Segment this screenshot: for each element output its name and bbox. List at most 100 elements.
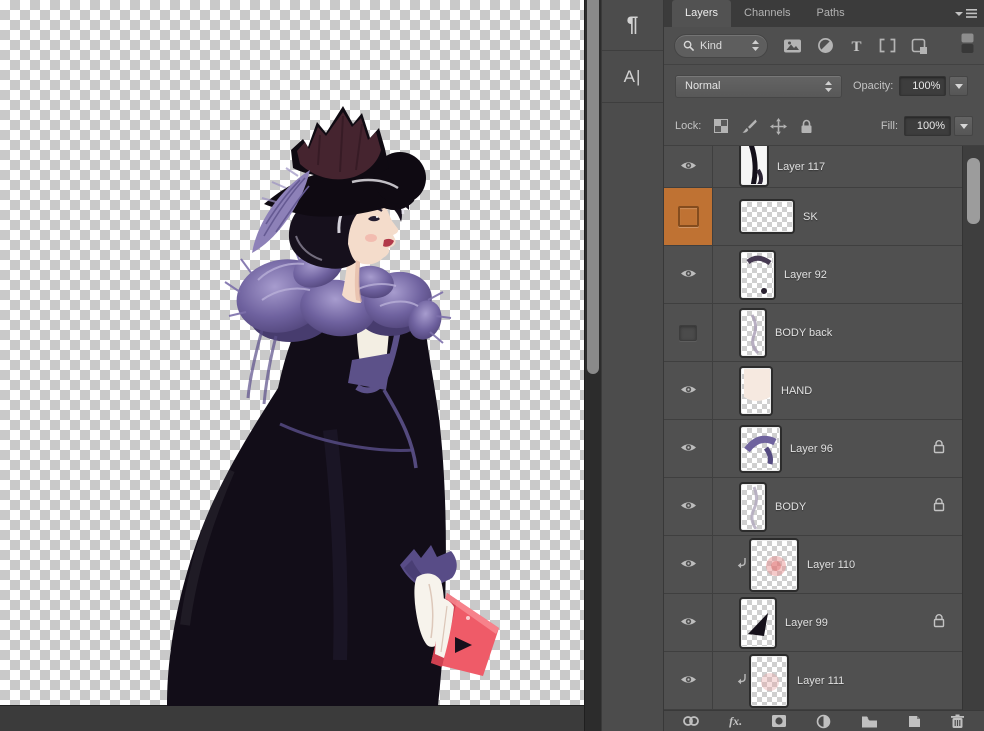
panel-menu-button[interactable] [955,9,977,18]
new-group-button[interactable] [861,715,878,728]
visibility-eye-icon[interactable] [680,672,697,690]
lock-image-pixels-button[interactable] [741,119,758,134]
layer-thumbnail[interactable] [741,201,793,232]
panel-dock: ¶ A| [601,0,663,731]
document-vertical-scrollbar[interactable] [584,0,601,731]
layer-name[interactable]: Layer 92 [784,269,827,281]
add-layer-mask-button[interactable] [771,714,787,728]
layer-row[interactable]: Layer 117 [664,146,962,188]
layer-thumbnail[interactable] [741,251,774,298]
layer-name[interactable]: Layer 117 [777,161,825,173]
layers-list-scrollbar-thumb[interactable] [967,158,980,224]
layer-lock-icon [933,613,945,632]
lock-all-button[interactable] [800,119,813,134]
layer-name[interactable]: SK [803,211,818,223]
layer-name[interactable]: BODY [775,501,806,513]
layer-name[interactable]: HAND [781,385,812,397]
updown-arrows-icon [825,80,832,92]
visibility-checkbox-empty[interactable] [677,206,699,227]
layer-styles-button[interactable]: fx. [729,714,742,729]
visibility-eye-icon[interactable] [680,266,697,284]
lock-transparency-button[interactable] [714,119,729,133]
lock-fill-row: Lock: Fill: 100% [664,107,984,146]
character-icon: A| [623,66,642,86]
fill-dropdown-button[interactable] [954,116,973,136]
filter-shape-layers-button[interactable] [879,38,896,53]
filter-adjustment-layers-button[interactable] [817,37,834,54]
visibility-eye-icon[interactable] [680,614,697,632]
layer-thumbnail[interactable] [741,367,771,414]
filter-type-layers-button[interactable]: T [849,38,864,54]
opacity-label: Opacity: [853,80,894,92]
layer-row[interactable]: SK [664,188,962,246]
layer-row[interactable]: Layer 99 [664,594,962,652]
search-icon [683,40,695,51]
tab-paths[interactable]: Paths [804,0,858,27]
blend-mode-dropdown[interactable]: Normal [675,74,842,98]
clipping-mask-arrow-icon [737,556,747,574]
blend-mode-value: Normal [685,80,721,92]
layers-panel-action-bar: fx. [664,710,984,731]
chevron-down-icon [959,123,968,129]
layer-name[interactable]: Layer 111 [797,675,844,687]
layer-thumbnail[interactable] [741,146,767,185]
layer-thumbnail[interactable] [751,655,787,706]
layer-row[interactable]: BODY [664,478,962,536]
new-adjustment-layer-button[interactable] [816,714,831,729]
layers-list-scrollbar[interactable] [962,146,984,710]
chevron-down-icon [954,83,963,89]
svg-text:T: T [851,39,861,54]
menu-lines-icon [966,9,977,18]
layer-row[interactable]: BODY back [664,304,962,362]
delete-layer-button[interactable] [950,714,964,729]
new-layer-button[interactable] [907,714,922,729]
link-layers-button[interactable] [682,714,700,728]
lock-position-button[interactable] [770,117,788,135]
layer-color-label-orange[interactable] [664,188,713,245]
lock-label: Lock: [675,120,702,132]
filter-smart-objects-button[interactable] [911,38,928,54]
chevron-down-icon [955,11,963,16]
character-panel-button[interactable]: A| [602,51,663,103]
layer-thumbnail[interactable] [741,598,775,647]
artwork-victorian-lady [167,106,499,706]
layer-name[interactable]: Layer 110 [807,559,855,571]
fill-value-field[interactable]: 100% [904,116,951,136]
updown-arrows-icon [752,40,759,51]
panel-tabbar: Layers Channels Paths [664,0,984,27]
blend-opacity-row: Normal Opacity: 100% [664,65,984,107]
layer-thumbnail[interactable] [751,539,797,590]
visibility-eye-icon[interactable] [680,158,697,176]
fill-label: Fill: [880,120,898,132]
layer-name[interactable]: BODY back [775,327,832,339]
layer-row[interactable]: Layer 96 [664,420,962,478]
document-scrollbar-thumb[interactable] [587,0,599,374]
opacity-value-field[interactable]: 100% [899,76,947,96]
filtering-toggle-switch[interactable] [961,33,974,59]
canvas-area[interactable] [0,0,584,731]
layers-panel: Layers Channels Paths Kind T Normal Opac… [663,0,984,731]
layer-name[interactable]: Layer 96 [790,443,833,455]
layer-row[interactable]: Layer 92 [664,246,962,304]
layer-row[interactable]: Layer 110 [664,536,962,594]
filter-pixel-layers-button[interactable] [783,38,802,54]
filter-kind-dropdown[interactable]: Kind [674,33,768,58]
visibility-eye-icon[interactable] [680,498,697,516]
layer-row[interactable]: Layer 111 [664,652,962,710]
visibility-eye-icon[interactable] [680,440,697,458]
tab-layers[interactable]: Layers [672,0,732,27]
tab-channels[interactable]: Channels [731,0,803,27]
layer-name[interactable]: Layer 99 [785,617,828,629]
paragraph-icon: ¶ [626,13,639,36]
layer-thumbnail[interactable] [741,483,765,530]
visibility-eye-icon[interactable] [680,382,697,400]
visibility-eye-icon[interactable] [680,556,697,574]
opacity-dropdown-button[interactable] [949,76,969,96]
visibility-checkbox-empty[interactable] [679,324,697,341]
layer-lock-icon [933,439,945,458]
paragraph-panel-button[interactable]: ¶ [602,0,663,51]
layer-thumbnail[interactable] [741,426,780,471]
layer-thumbnail[interactable] [741,309,765,356]
layer-row[interactable]: HAND [664,362,962,420]
photoshop-window: ¶ A| Layers Channels Paths Kind T Normal… [0,0,984,731]
